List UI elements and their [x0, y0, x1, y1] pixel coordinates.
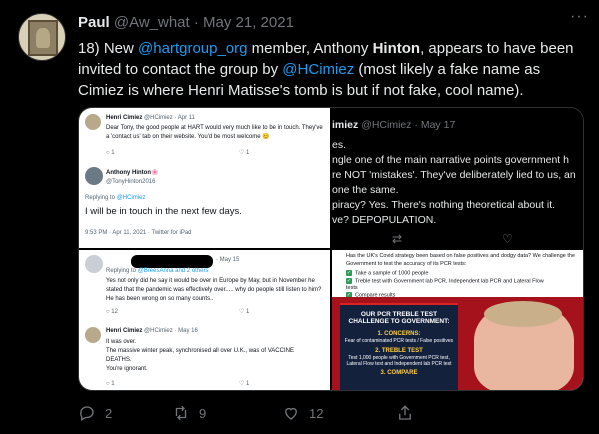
image1-reply-icon: ○ 1 — [106, 150, 115, 156]
share-icon — [399, 405, 411, 420]
media-image-3[interactable]: · May 15 Replying to @BreesAnna and 2 ot… — [79, 250, 330, 390]
item-text: Take a sample of 1000 people — [355, 270, 429, 277]
image3-author-2: Henri Cimiez — [106, 328, 143, 334]
image1-header: Henri Cimiez @HCimiez · Apr 11 — [106, 114, 195, 123]
replying-label: Replying to — [85, 195, 117, 201]
image1-text: Dear Tony, the good people at HART would… — [106, 125, 323, 140]
mention-hcimiez[interactable]: @HCimiez — [282, 61, 354, 78]
media-image-4[interactable]: Has the UK's Covid strategy been based o… — [332, 250, 583, 390]
image3-like-icon: ♡ 1 — [239, 309, 250, 315]
image3-text: Yes not only did he say it would be over… — [106, 278, 322, 302]
check-icon: ✓ — [346, 270, 352, 276]
image1-reply-footer: 9:53 PM · Apr 11, 2021 · Twitter for iPa… — [85, 230, 192, 236]
image1-like-count: 1 — [246, 150, 250, 156]
avatar-painting — [28, 20, 58, 56]
share-button[interactable] — [396, 404, 414, 422]
image3-reply-count: 12 — [111, 309, 118, 315]
reply-button[interactable]: 2 — [78, 404, 112, 422]
text-part: member, Anthony — [247, 40, 373, 57]
media-image-2[interactable]: imiez @HCimiez · May 17 es. ngle one of … — [332, 108, 583, 248]
image2-author: imiez — [332, 119, 359, 131]
image2-line: re NOT 'mistakes'. They've deliberately … — [332, 169, 576, 181]
image4-intro: Has the UK's Covid strategy been based o… — [346, 253, 576, 267]
mini-avatar-hinton — [85, 167, 103, 185]
like-button[interactable]: 12 — [282, 404, 323, 422]
poster-step2: 2. TREBLE TEST — [375, 348, 423, 354]
like-count: 12 — [309, 405, 324, 421]
poster-step1: 1. CONCERNS: — [377, 331, 421, 337]
replying-label: Replying to — [106, 268, 138, 274]
image4-item: ✓ Take a sample of 1000 people — [346, 270, 428, 276]
avatar[interactable] — [18, 13, 66, 61]
reply-count: 2 — [105, 405, 113, 421]
author-handle[interactable]: @Aw_what — [114, 14, 190, 31]
image2-like-icon: ♡ — [502, 232, 513, 246]
poster-step2-text: Test 1,000 people with Government PCR te… — [346, 355, 452, 367]
image3-like-count-2: 1 — [246, 381, 250, 387]
image3-text-2b: The massive winter peak, synchronised al… — [106, 348, 294, 363]
image1-reply-count: 1 — [111, 150, 115, 156]
image1-meta: @HCimiez · Apr 11 — [144, 115, 196, 121]
tweet-header: Paul @Aw_what · May 21, 2021 — [78, 14, 294, 31]
image2-meta: @HCimiez · May 17 — [361, 119, 456, 131]
image2-line: piracy? Yes. There's nothing theoretical… — [332, 199, 556, 211]
image1-like-icon: ♡ 1 — [239, 150, 250, 156]
image3-text-2a: It was over. — [106, 339, 137, 345]
image1-reply-author: Anthony Hinton🌸 — [106, 170, 159, 176]
image2-line: one the same. — [332, 184, 399, 196]
mini-avatar — [85, 327, 101, 343]
poster-title: OUR PCR TREBLE TEST CHALLENGE TO GOVERNM… — [348, 311, 450, 325]
tweet-text: 18) New @hartgroup_org member, Anthony H… — [78, 38, 588, 101]
mini-avatar — [85, 114, 101, 130]
image1-author: Henri Cimiez — [106, 115, 143, 121]
poster-step1-text: Fear of contaminated PCR tests / False p… — [344, 338, 454, 344]
image2-line: ve? DEPOPULATION. — [332, 214, 437, 226]
image3-like-icon-2: ♡ 1 — [239, 381, 250, 387]
image3-meta-2: @HCimiez · May 16 — [144, 328, 198, 334]
image1-reply-text: I will be in touch in the next few days. — [85, 206, 242, 217]
image2-header: imiez @HCimiez · May 17 — [332, 119, 455, 131]
text-part: 18) New — [78, 40, 139, 57]
image3-replying: Replying to @BreesAnna and 2 others — [106, 267, 209, 276]
image3-reply-icon-2: ○ 1 — [106, 381, 115, 387]
check-icon: ✓ — [346, 278, 352, 284]
image3-like-count: 1 — [246, 309, 250, 315]
image2-line: es. — [332, 139, 347, 151]
image4-item: ✓ Treble test with Government lab PCR, In… — [346, 278, 546, 292]
media-grid: Henri Cimiez @HCimiez · Apr 11 Dear Tony… — [78, 107, 584, 391]
image3-meta: · May 15 — [216, 257, 240, 263]
tweet-date[interactable]: May 21, 2021 — [203, 14, 294, 31]
image2-line: ngle one of the main narrative points go… — [332, 154, 569, 166]
image1-replying: Replying to @HCimiez — [85, 194, 145, 203]
pcr-poster: OUR PCR TREBLE TEST CHALLENGE TO GOVERNM… — [332, 297, 583, 390]
poster-step3: 3. COMPARE — [380, 370, 418, 376]
mini-avatar-anon — [85, 255, 103, 273]
more-options-icon[interactable]: ··· — [570, 8, 589, 26]
image3-reply-count-2: 1 — [111, 381, 115, 387]
image3-reply-icon: ○ 12 — [106, 309, 118, 315]
retweet-button[interactable]: 9 — [172, 404, 206, 422]
poster-text-box: OUR PCR TREBLE TEST CHALLENGE TO GOVERNM… — [340, 303, 458, 390]
replying-to: @HCimiez — [116, 195, 146, 201]
name-bold: Hinton — [372, 40, 421, 57]
item-text: Treble test with Government lab PCR, Ind… — [346, 278, 544, 292]
reply-icon — [80, 406, 94, 421]
author-name[interactable]: Paul — [78, 14, 110, 31]
image3-header-2: Henri Cimiez @HCimiez · May 16 — [106, 327, 198, 336]
media-image-1[interactable]: Henri Cimiez @HCimiez · Apr 11 Dear Tony… — [79, 108, 330, 248]
image3-text-2c: You're ignorant. — [106, 366, 148, 372]
separator: · — [189, 14, 204, 31]
person-photo — [474, 301, 574, 390]
retweet-count: 9 — [199, 405, 207, 421]
action-bar: 2 9 12 — [78, 404, 584, 426]
image2-retweet-icon: ⇄ — [392, 232, 403, 246]
replying-to: @BreesAnna and 2 others — [137, 268, 209, 274]
image1-reply-handle: @TonyHinton2016 — [106, 179, 156, 185]
mention-hartgroup[interactable]: @hartgroup_org — [138, 40, 247, 57]
heart-icon — [285, 407, 297, 420]
retweet-icon — [175, 405, 187, 421]
